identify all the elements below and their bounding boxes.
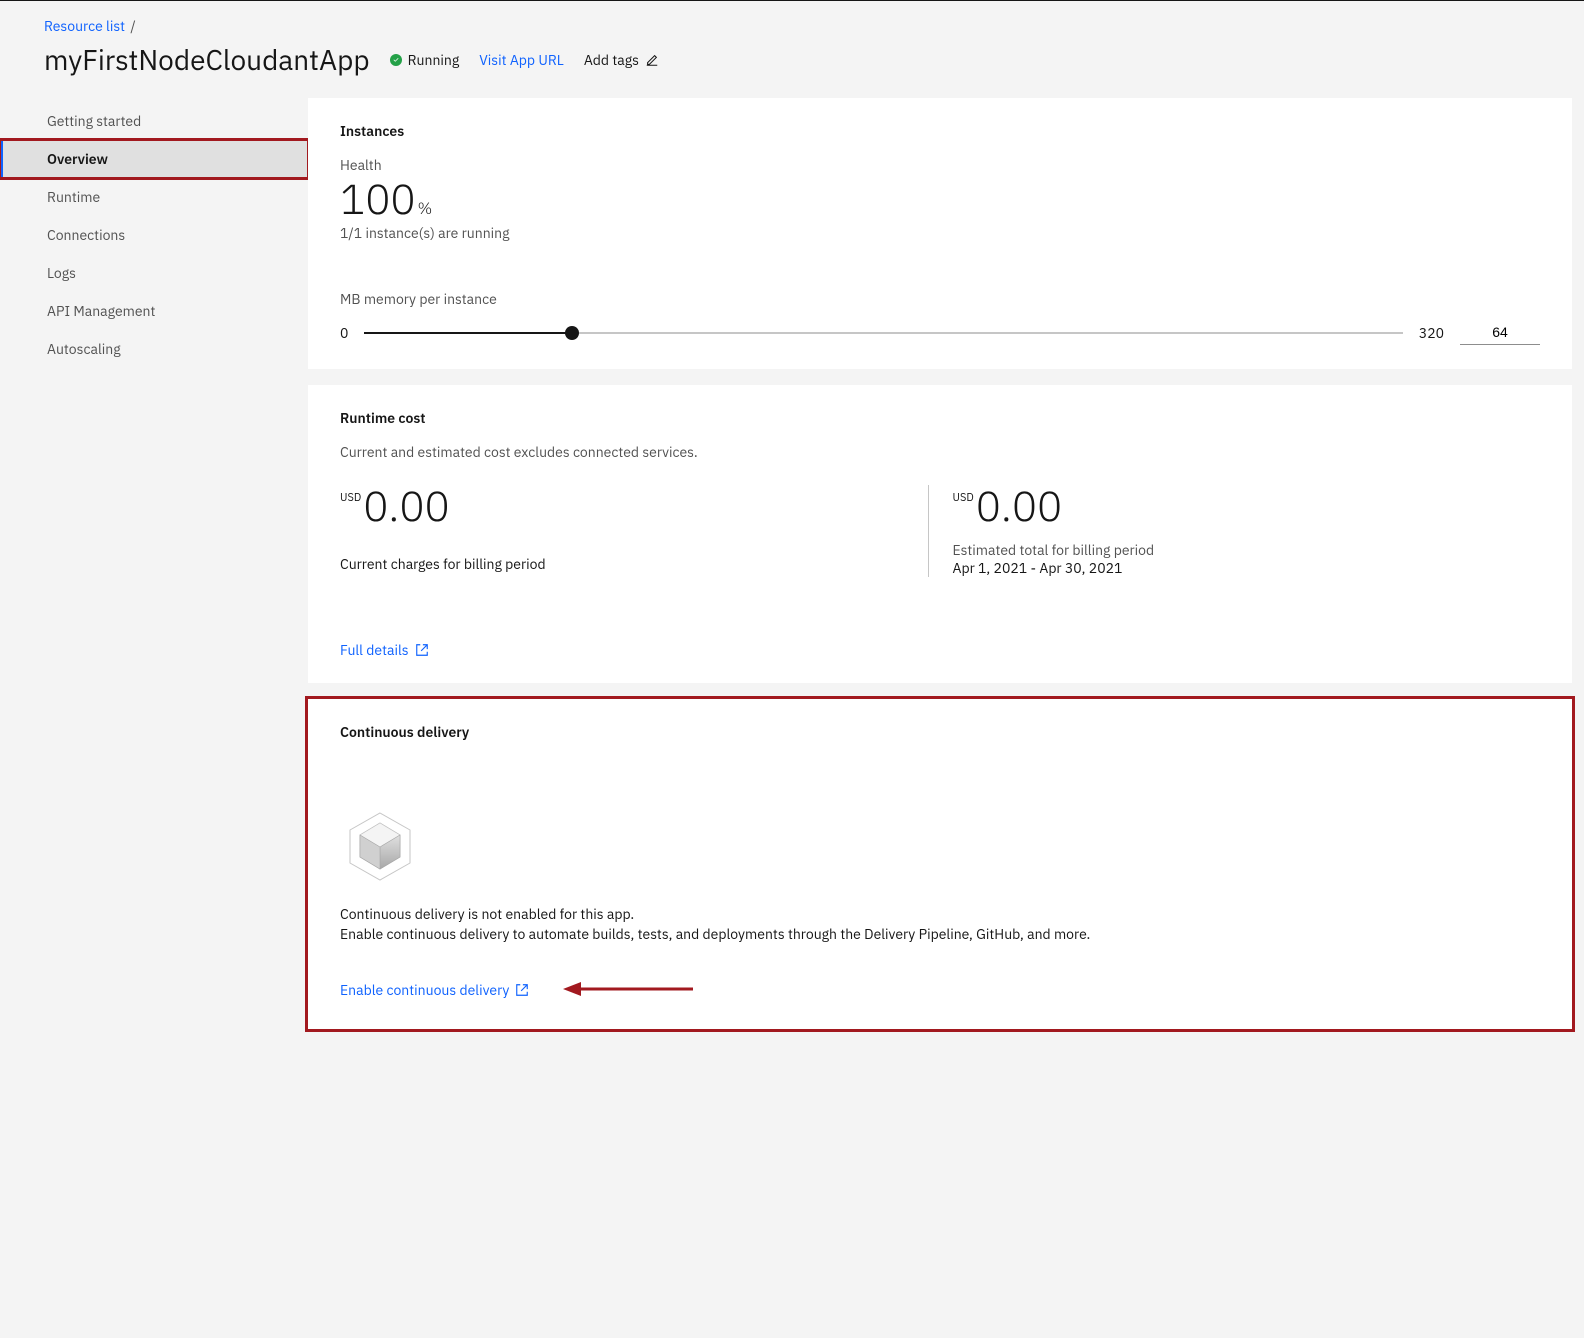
breadcrumb-separator: / (130, 17, 135, 35)
health-subtext: 1/1 instance(s) are running (340, 224, 1540, 242)
slider-thumb[interactable] (565, 326, 579, 340)
cd-description: Enable continuous delivery to automate b… (340, 925, 1540, 943)
continuous-delivery-card: Continuous delivery (308, 699, 1572, 1029)
current-cost-value: 0.00 (363, 485, 450, 527)
estimated-currency: USD (953, 491, 974, 505)
annotation-arrow (563, 977, 693, 1005)
status-badge: Running (390, 51, 460, 69)
runtime-cost-subtitle: Current and estimated cost excludes conn… (340, 443, 1540, 461)
launch-icon (515, 983, 529, 997)
billing-period: Apr 1, 2021 - Apr 30, 2021 (953, 559, 1541, 577)
status-label: Running (408, 51, 460, 69)
sidebar-item-connections[interactable]: Connections (0, 216, 308, 254)
slider-max: 320 (1419, 324, 1444, 342)
estimated-cost-label: Estimated total for billing period (953, 541, 1541, 559)
add-tags-label: Add tags (584, 51, 639, 69)
sidebar-item-api-management[interactable]: API Management (0, 292, 308, 330)
sidebar-item-runtime[interactable]: Runtime (0, 178, 308, 216)
health-label: Health (340, 156, 1540, 174)
health-unit: % (418, 201, 433, 217)
breadcrumb: Resource list / (44, 17, 1552, 35)
cd-not-enabled-text: Continuous delivery is not enabled for t… (340, 905, 1540, 923)
sidebar-item-getting-started[interactable]: Getting started (0, 102, 308, 140)
add-tags-button[interactable]: Add tags (584, 51, 659, 69)
sidebar: Getting started Overview Runtime Connect… (0, 98, 308, 368)
instances-heading: Instances (340, 122, 1540, 140)
sidebar-item-autoscaling[interactable]: Autoscaling (0, 330, 308, 368)
runtime-cost-card: Runtime cost Current and estimated cost … (308, 385, 1572, 683)
launch-icon (415, 643, 429, 657)
sidebar-item-logs[interactable]: Logs (0, 254, 308, 292)
sidebar-item-overview[interactable]: Overview (0, 140, 308, 178)
slider-min: 0 (340, 324, 348, 342)
enable-continuous-delivery-link[interactable]: Enable continuous delivery (340, 981, 529, 999)
full-details-link[interactable]: Full details (340, 641, 429, 659)
instances-card: Instances Health 100 % 1/1 instance(s) a… (308, 98, 1572, 369)
estimated-cost-value: 0.00 (976, 485, 1063, 527)
runtime-cost-heading: Runtime cost (340, 409, 1540, 427)
memory-label: MB memory per instance (340, 290, 1540, 308)
running-status-icon (390, 54, 402, 66)
visit-app-url-link[interactable]: Visit App URL (479, 51, 564, 69)
current-currency: USD (340, 491, 361, 505)
full-details-label: Full details (340, 641, 409, 659)
edit-icon (645, 53, 659, 67)
current-cost-label: Current charges for billing period (340, 555, 928, 573)
cd-heading: Continuous delivery (340, 723, 1540, 741)
cube-icon (340, 805, 420, 885)
page-title: myFirstNodeCloudantApp (44, 41, 370, 78)
memory-slider[interactable] (364, 332, 1402, 334)
breadcrumb-root[interactable]: Resource list (44, 17, 125, 35)
memory-value-input[interactable] (1460, 320, 1540, 345)
enable-cd-label: Enable continuous delivery (340, 981, 509, 999)
health-value: 100 (340, 178, 416, 220)
